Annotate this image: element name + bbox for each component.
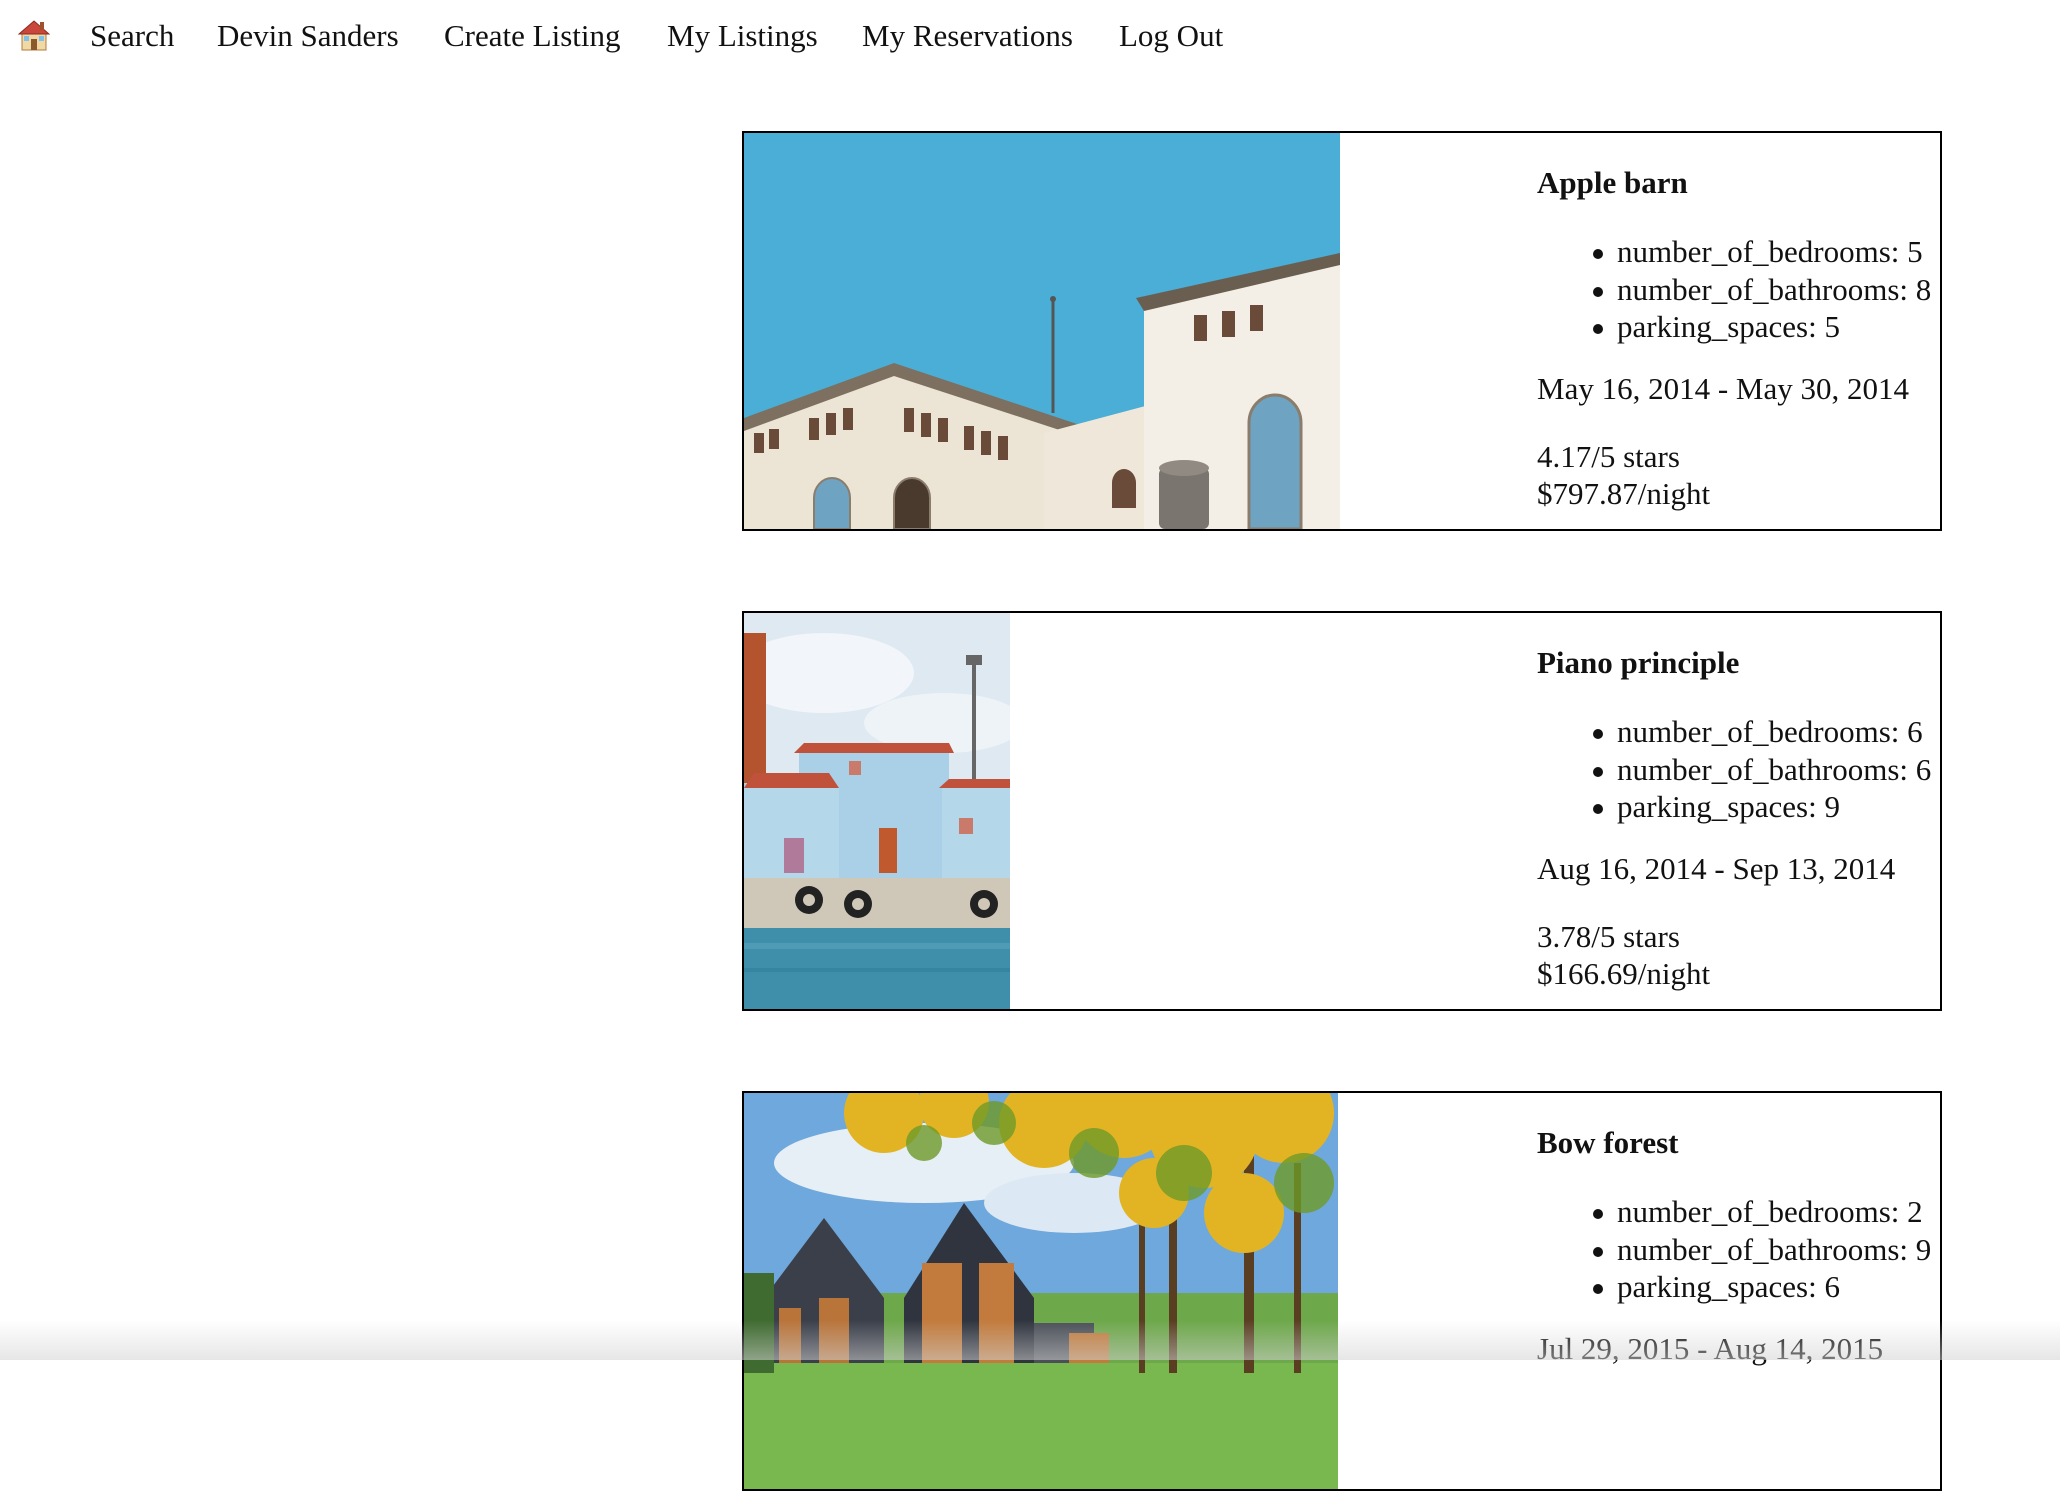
listing-dates: Aug 16, 2014 - Sep 13, 2014 [1537, 851, 1896, 886]
listing-price: $797.87/night [1537, 476, 1711, 511]
listing-card[interactable]: Piano principle number_of_bedrooms: 6 nu… [742, 611, 1942, 1011]
nav-search-link[interactable]: Search [90, 16, 174, 56]
listing-dates: Jul 29, 2015 - Aug 14, 2015 [1537, 1331, 1884, 1366]
listing-title[interactable]: Bow forest [1537, 1123, 1678, 1163]
feature-item: number_of_bathrooms: 6 [1537, 751, 1931, 789]
feature-item: parking_spaces: 9 [1537, 788, 1931, 826]
feature-item: number_of_bathrooms: 9 [1537, 1231, 1931, 1269]
house-emoji-icon[interactable] [18, 18, 50, 52]
listing-features: number_of_bedrooms: 6 number_of_bathroom… [1537, 713, 1931, 826]
nav-create-listing-link[interactable]: Create Listing [444, 16, 620, 56]
feature-item: parking_spaces: 5 [1537, 308, 1931, 346]
listing-title[interactable]: Piano principle [1537, 643, 1739, 683]
feature-item: number_of_bedrooms: 5 [1537, 233, 1931, 271]
feature-item: parking_spaces: 6 [1537, 1268, 1931, 1306]
listing-features: number_of_bedrooms: 5 number_of_bathroom… [1537, 233, 1931, 346]
listing-photo[interactable] [744, 1093, 1338, 1489]
listing-dates: May 16, 2014 - May 30, 2014 [1537, 371, 1909, 406]
nav-log-out-link[interactable]: Log Out [1119, 16, 1223, 56]
listing-photo[interactable] [744, 613, 1010, 1009]
listing-card[interactable]: Apple barn number_of_bedrooms: 5 number_… [742, 131, 1942, 531]
listing-rating: 4.17/5 stars [1537, 439, 1680, 474]
feature-item: number_of_bedrooms: 2 [1537, 1193, 1931, 1231]
listing-title[interactable]: Apple barn [1537, 163, 1688, 203]
listing-card[interactable]: Bow forest number_of_bedrooms: 2 number_… [742, 1091, 1942, 1491]
nav-user-link[interactable]: Devin Sanders [217, 16, 399, 56]
listing-price: $166.69/night [1537, 956, 1711, 991]
nav-my-listings-link[interactable]: My Listings [667, 16, 818, 56]
top-nav: Search Devin Sanders Create Listing My L… [0, 0, 2060, 74]
nav-my-reservations-link[interactable]: My Reservations [862, 16, 1073, 56]
listing-photo[interactable] [744, 133, 1340, 529]
listing-features: number_of_bedrooms: 2 number_of_bathroom… [1537, 1193, 1931, 1306]
listing-rating: 3.78/5 stars [1537, 919, 1680, 954]
feature-item: number_of_bathrooms: 8 [1537, 271, 1931, 309]
feature-item: number_of_bedrooms: 6 [1537, 713, 1931, 751]
